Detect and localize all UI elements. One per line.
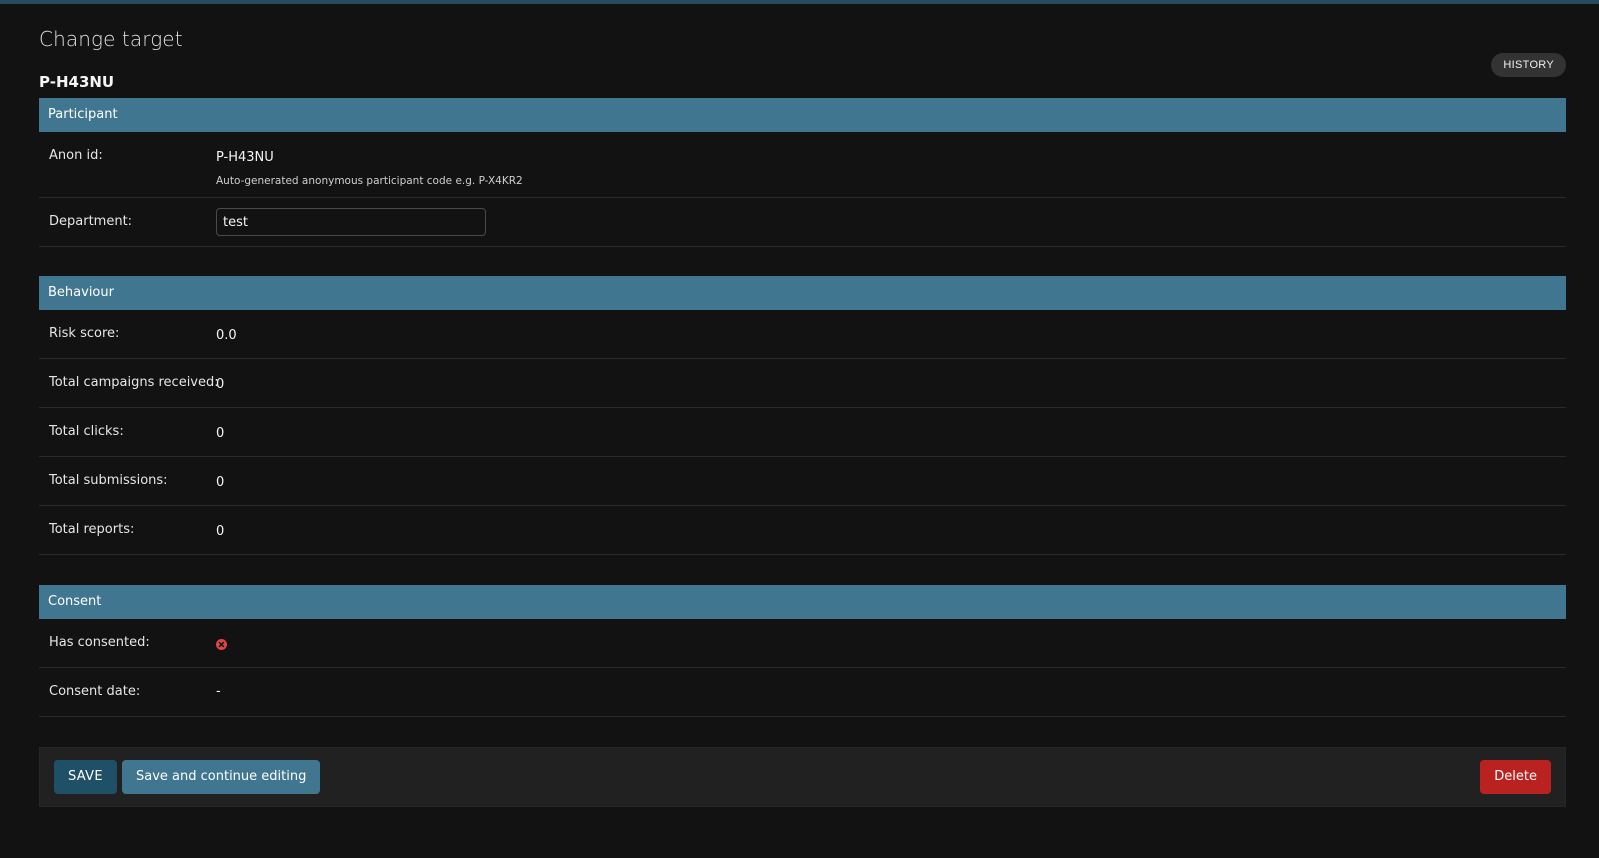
fieldset-behaviour: Behaviour Risk score: 0.0 Total campaign…: [39, 276, 1566, 555]
has-consented-label: Has consented:: [49, 635, 150, 650]
total-campaigns-label: Total campaigns received:: [49, 375, 219, 390]
form-row-total-campaigns: Total campaigns received: 0: [39, 359, 1566, 408]
department-label: Department:: [49, 214, 133, 229]
total-submissions-label: Total submissions:: [49, 473, 168, 488]
department-input[interactable]: [216, 208, 486, 236]
total-reports-value: 0: [216, 524, 225, 539]
fieldset-participant: Participant Anon id: P-H43NU Auto-genera…: [39, 98, 1566, 247]
object-title: P-H43NU: [39, 73, 115, 91]
anon-id-help-text: Auto-generated anonymous participant cod…: [216, 175, 523, 187]
history-button[interactable]: HISTORY: [1491, 53, 1566, 77]
form-row-total-reports: Total reports: 0: [39, 506, 1566, 555]
risk-score-value: 0.0: [216, 328, 237, 343]
submit-row: SAVE Save and continue editing Delete: [39, 747, 1566, 807]
fieldset-header-behaviour: Behaviour: [39, 276, 1566, 310]
anon-id-value: P-H43NU: [216, 150, 274, 165]
form-row-risk-score: Risk score: 0.0: [39, 310, 1566, 359]
form-row-total-submissions: Total submissions: 0: [39, 457, 1566, 506]
fieldset-header-participant: Participant: [39, 98, 1566, 132]
page-title: Change target: [39, 27, 183, 51]
total-clicks-value: 0: [216, 426, 225, 441]
save-and-continue-button[interactable]: Save and continue editing: [122, 760, 321, 794]
delete-button[interactable]: Delete: [1480, 760, 1551, 794]
total-submissions-value: 0: [216, 475, 225, 490]
total-reports-label: Total reports:: [49, 522, 135, 537]
total-clicks-label: Total clicks:: [49, 424, 124, 439]
form-row-consent-date: Consent date: -: [39, 668, 1566, 717]
consent-date-label: Consent date:: [49, 684, 141, 699]
fieldset-header-consent: Consent: [39, 585, 1566, 619]
risk-score-label: Risk score:: [49, 326, 120, 341]
form-row-anon-id: Anon id: P-H43NU Auto-generated anonymou…: [39, 132, 1566, 198]
save-button[interactable]: SAVE: [54, 760, 117, 794]
form-row-department: Department:: [39, 198, 1566, 247]
total-campaigns-value: 0: [216, 377, 225, 392]
fieldset-consent: Consent Has consented: Consent date: -: [39, 585, 1566, 717]
form-row-total-clicks: Total clicks: 0: [39, 408, 1566, 457]
top-accent-bar: [0, 0, 1599, 4]
form-row-has-consented: Has consented:: [39, 619, 1566, 668]
false-icon: [216, 639, 227, 650]
anon-id-label: Anon id:: [49, 148, 103, 163]
consent-date-value: -: [216, 684, 221, 699]
